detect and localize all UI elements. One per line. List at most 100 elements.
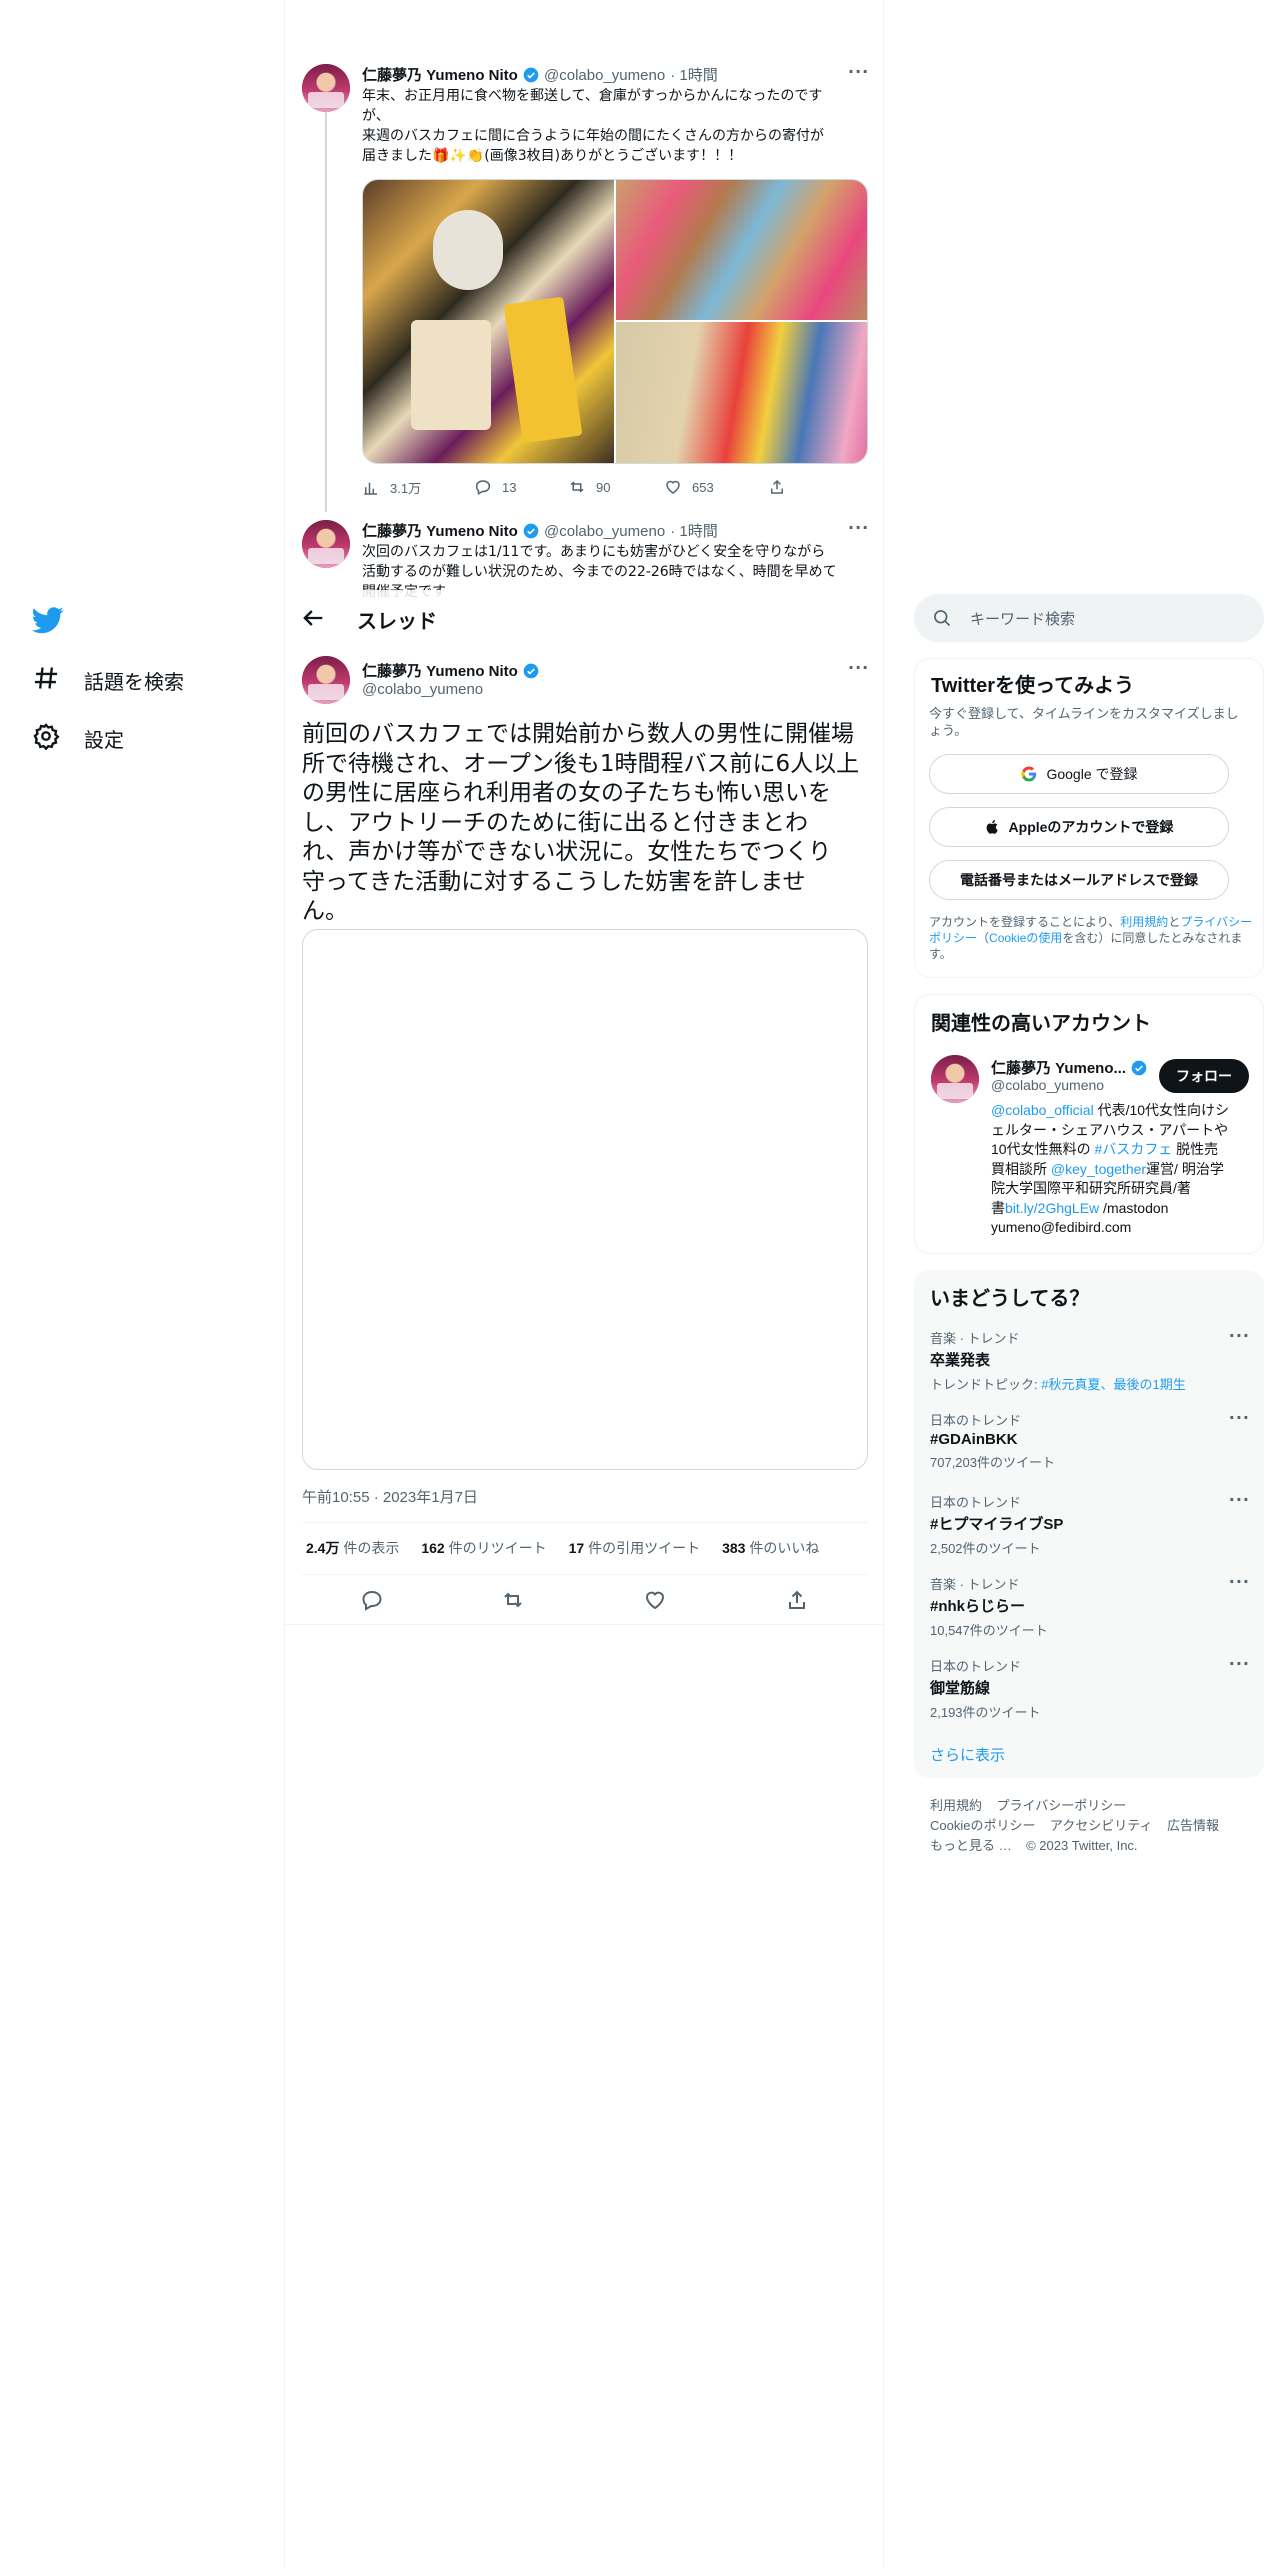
google-icon	[1021, 766, 1037, 782]
more-options-icon[interactable]: ···	[1229, 1408, 1250, 1427]
like-count: 653	[692, 479, 714, 495]
footer-link[interactable]: 広告情報	[1167, 1818, 1219, 1833]
tweet-text-line: が、	[362, 108, 390, 124]
media-photo-1[interactable]	[363, 180, 614, 463]
back-arrow-icon[interactable]	[299, 604, 327, 632]
twitter-logo-icon[interactable]	[31, 604, 64, 640]
main-tweet-text-line: 守ってきた活動に対するこうした妨害を許しませ	[302, 868, 806, 895]
related-handle[interactable]: @colabo_yumeno	[991, 1077, 1104, 1093]
footer-link[interactable]: 利用規約	[930, 1798, 982, 1813]
verified-badge-icon	[523, 523, 539, 539]
bio-link[interactable]: @colabo_official	[991, 1102, 1094, 1118]
bio-text: 運営/ 明治学	[1146, 1160, 1224, 1177]
more-options-icon[interactable]: ···	[1229, 1490, 1250, 1509]
stat-views[interactable]: 2.4万 件の表示	[306, 1538, 399, 1558]
share-button[interactable]	[768, 478, 786, 496]
bio-link[interactable]: @key_together	[1051, 1161, 1146, 1177]
tweet-time[interactable]: · 1時間	[670, 523, 718, 540]
share-button[interactable]	[785, 1588, 809, 1616]
related-account-name[interactable]: 仁藤夢乃 Yumeno...	[991, 1057, 1147, 1078]
tweet-timestamp[interactable]: 午前10:55 · 2023年1月7日	[302, 1486, 478, 1507]
apple-icon	[986, 820, 998, 834]
phone-email-signup-button[interactable]: 電話番号またはメールアドレスで登録	[929, 860, 1229, 900]
gear-icon	[32, 722, 60, 755]
more-options-icon[interactable]: ···	[1229, 1654, 1250, 1673]
footer-line: もっと見る … © 2023 Twitter, Inc.	[930, 1836, 1260, 1856]
bio-link[interactable]: bit.ly/2GhgLEw	[1005, 1200, 1099, 1216]
bio-text: yumeno@fedibird.com	[991, 1219, 1132, 1235]
main-tweet-author: 仁藤夢乃 Yumeno Nito	[362, 660, 539, 681]
footer-link[interactable]: Cookieのポリシー	[930, 1818, 1035, 1833]
more-options-icon[interactable]: ···	[1229, 1572, 1250, 1591]
cookie-link[interactable]: Cookieの使用	[989, 931, 1062, 945]
apple-signup-button[interactable]: Appleのアカウントで登録	[929, 807, 1229, 847]
trend-item[interactable]: 日本のトレンド #GDAinBKK 707,203件のツイート ···	[930, 1408, 1250, 1471]
avatar[interactable]	[302, 656, 350, 704]
reply-button[interactable]: 13	[474, 478, 516, 496]
share-icon	[789, 1590, 805, 1609]
verified-badge-icon	[523, 663, 539, 679]
tweet-media-grid[interactable]	[362, 179, 868, 464]
more-options-icon[interactable]: ···	[848, 658, 869, 677]
author-name[interactable]: 仁藤夢乃 Yumeno Nito	[362, 663, 518, 680]
footer-link[interactable]: アクセシビリティ	[1050, 1818, 1153, 1833]
footer-link[interactable]: プライバシーポリシー	[996, 1798, 1126, 1813]
terms-link[interactable]: 利用規約	[1120, 915, 1168, 929]
search-bar[interactable]: キーワード検索	[914, 594, 1264, 642]
stat-likes[interactable]: 383 件のいいね	[722, 1538, 819, 1558]
tweet-time[interactable]: · 1時間	[670, 67, 718, 84]
trend-item[interactable]: 音楽 · トレンド #nhkらじらー 10,547件のツイート ···	[930, 1572, 1250, 1639]
like-button[interactable]: 653	[664, 478, 714, 496]
tweet-text: 年末、お正月用に食べ物を郵送して、倉庫がすっからかんになったのです が、 来週の…	[362, 86, 872, 166]
tweet-text-line: 届きました🎁✨👏(画像3枚目)ありがとうございます！！！	[362, 148, 743, 164]
show-more-link[interactable]: さらに表示	[930, 1744, 1005, 1765]
retweet-button[interactable]	[501, 1588, 525, 1616]
trend-item[interactable]: 音楽 · トレンド 卒業発表 トレンドトピック: #秋元真夏、最後の1期生 ··…	[930, 1326, 1250, 1393]
author-handle[interactable]: @colabo_yumeno	[544, 523, 665, 540]
verified-badge-icon	[1131, 1060, 1147, 1076]
divider	[302, 1522, 868, 1523]
more-options-icon[interactable]: ···	[1229, 1326, 1250, 1345]
google-signup-button[interactable]: Google で登録	[929, 754, 1229, 794]
media-photo-3[interactable]	[616, 322, 867, 463]
related-bio: @colabo_official 代表/10代女性向けシ ェルター・シェアハウス・…	[991, 1101, 1257, 1238]
follow-button[interactable]: フォロー	[1159, 1059, 1249, 1093]
footer-more-link[interactable]: もっと見る …	[930, 1838, 1012, 1853]
more-options-icon[interactable]: ···	[848, 62, 869, 81]
footer: 利用規約 プライバシーポリシー Cookieのポリシー アクセシビリティ 広告情…	[930, 1796, 1260, 1856]
avatar[interactable]	[931, 1055, 979, 1103]
trend-name: 御堂筋線	[930, 1680, 991, 1697]
bio-text: 院大学国際平和研究所研究員/著	[991, 1180, 1191, 1196]
nav-explore[interactable]: 話題を検索	[32, 664, 184, 697]
stat-quotes[interactable]: 17 件の引用ツイート	[569, 1538, 700, 1558]
media-photo-2[interactable]	[616, 180, 867, 320]
views-stat[interactable]: 3.1万	[362, 478, 421, 497]
author-name[interactable]: 仁藤夢乃 Yumeno Nito	[362, 523, 518, 540]
more-options-icon[interactable]: ···	[848, 518, 869, 537]
related-name: 仁藤夢乃 Yumeno...	[991, 1060, 1127, 1077]
author-handle[interactable]: @colabo_yumeno	[362, 681, 483, 698]
thread-connector-line	[325, 112, 327, 512]
like-button[interactable]	[643, 1588, 667, 1616]
nav-settings-label: 設定	[84, 728, 124, 752]
avatar[interactable]	[302, 520, 350, 568]
trend-item[interactable]: 日本のトレンド 御堂筋線 2,193件のツイート ···	[930, 1654, 1250, 1721]
google-signup-label: Google で登録	[1046, 766, 1138, 782]
nav-settings[interactable]: 設定	[32, 722, 124, 755]
trend-item[interactable]: 日本のトレンド #ヒプマイライブSP 2,502件のツイート ···	[930, 1490, 1250, 1557]
right-column-border	[883, 0, 884, 2568]
bio-link[interactable]: #バスカフェ	[1094, 1141, 1172, 1157]
tweet-media-embed[interactable]	[302, 929, 868, 1470]
retweet-button[interactable]: 90	[568, 478, 610, 496]
avatar[interactable]	[302, 64, 350, 112]
trends-card: いまどうしてる？ 音楽 · トレンド 卒業発表 トレンドトピック: #秋元真夏、…	[914, 1270, 1264, 1778]
trend-meta: 音楽 · トレンド	[930, 1577, 1020, 1592]
search-input[interactable]: キーワード検索	[970, 608, 1075, 629]
stat-retweets[interactable]: 162 件のリツイート	[421, 1538, 546, 1558]
author-name[interactable]: 仁藤夢乃 Yumeno Nito	[362, 67, 518, 84]
reply-button[interactable]	[360, 1588, 384, 1616]
bio-text: 脱性売	[1172, 1141, 1219, 1157]
author-handle[interactable]: @colabo_yumeno	[544, 67, 665, 84]
trend-topic-link[interactable]: #秋元真夏、最後の1期生	[1041, 1377, 1185, 1392]
copyright: © 2023 Twitter, Inc.	[1026, 1838, 1138, 1853]
